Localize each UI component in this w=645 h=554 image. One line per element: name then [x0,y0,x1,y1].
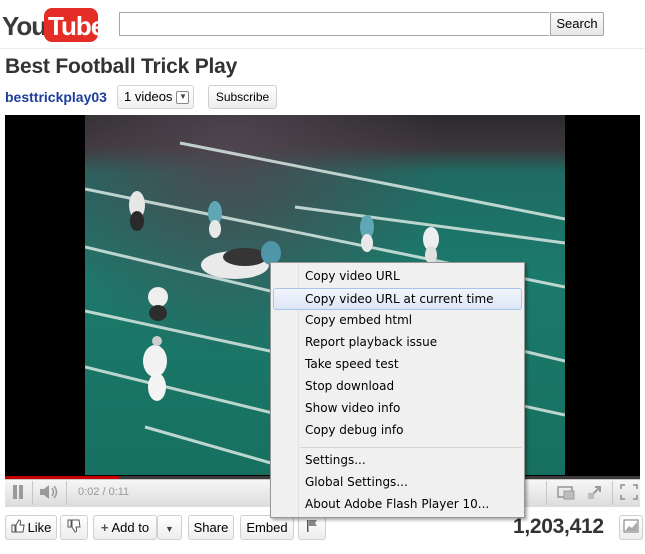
menu-item-stop-download[interactable]: Stop download [271,375,524,397]
channel-videos-label: 1 videos [124,89,173,104]
add-to-label: Add to [111,520,150,535]
controls-divider [546,481,547,505]
pause-icon[interactable] [12,485,24,499]
fullscreen-icon[interactable] [619,483,639,501]
menu-item-global-settings[interactable]: Global Settings... [271,471,524,493]
embed-button[interactable]: Embed [240,515,294,540]
menu-item-show-video-info[interactable]: Show video info [271,397,524,419]
add-to-dropdown[interactable]: ▼ [157,515,182,540]
channel-videos-dropdown[interactable]: 1 videos ▼ [117,85,195,109]
menu-item-take-speed-test[interactable]: Take speed test [271,353,524,375]
chevron-down-icon: ▼ [165,524,174,534]
controls-divider [612,481,613,505]
volume-icon[interactable] [38,484,60,500]
menu-item-copy-video-url[interactable]: Copy video URL [271,265,524,287]
logo-text-tube: Tube [48,11,98,41]
channel-link[interactable]: besttrickplay03 [5,89,107,105]
menu-item-copy-video-url-at-time[interactable]: Copy video URL at current time [273,288,522,310]
controls-divider [66,481,67,505]
header-divider [0,48,645,49]
add-to-button[interactable]: + Add to [93,515,157,540]
popout-icon[interactable] [586,483,606,501]
search-button[interactable]: Search [550,12,604,36]
menu-item-about-flash[interactable]: About Adobe Flash Player 10... [271,493,524,515]
chevron-down-icon: ▼ [176,90,190,104]
subscribe-button[interactable]: Subscribe [208,85,277,109]
flag-button[interactable] [298,515,326,540]
like-label: Like [27,520,52,535]
dislike-button[interactable] [60,515,88,540]
thumbs-down-icon [67,517,81,540]
logo-text-you: You [2,11,46,41]
stats-button[interactable] [619,515,643,540]
view-count: 1,203,412 [513,515,604,538]
controls-divider [32,481,33,505]
menu-item-settings[interactable]: Settings... [271,449,524,471]
menu-item-report-playback-issue[interactable]: Report playback issue [271,331,524,353]
menu-item-copy-embed-html[interactable]: Copy embed html [271,309,524,331]
like-button[interactable]: Like [5,515,57,540]
search-input[interactable] [119,12,549,36]
plus-icon: + [100,520,109,535]
chart-icon [623,517,639,540]
flag-icon [306,517,318,540]
time-display: 0:02 / 0:11 [78,486,130,498]
menu-item-copy-debug-info[interactable]: Copy debug info [271,419,524,441]
watch-wide-icon[interactable] [556,483,576,501]
video-title: Best Football Trick Play [5,55,238,78]
thumbs-up-icon [11,517,25,540]
share-button[interactable]: Share [188,515,234,540]
youtube-logo[interactable]: You Tube [2,6,98,44]
menu-separator [300,447,522,448]
